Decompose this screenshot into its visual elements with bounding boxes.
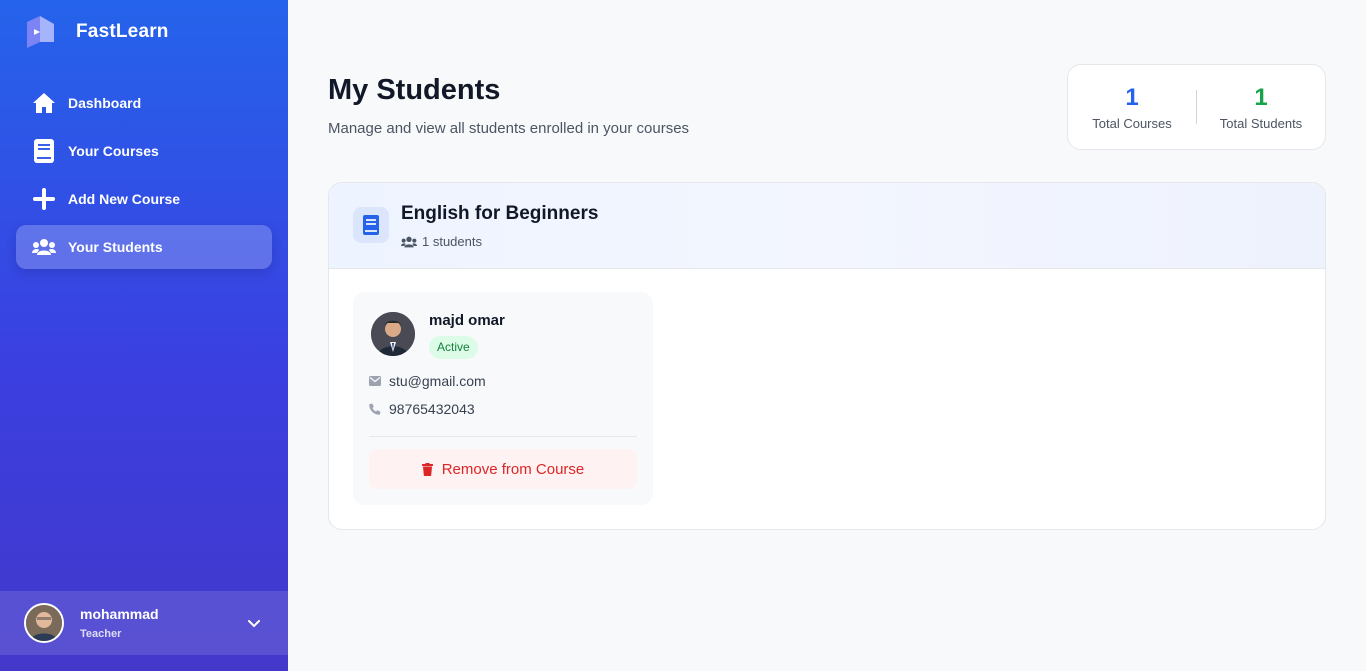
users-icon (32, 235, 56, 259)
course-count-label: 1 students (422, 234, 482, 249)
fastlearn-logo-icon (27, 16, 54, 48)
stat-value: 1 (1254, 83, 1268, 111)
course-card: English for Beginners 1 students majd om… (328, 182, 1326, 530)
card-divider (369, 436, 637, 437)
book-icon (353, 207, 389, 243)
stats-panel: 1 Total Courses 1 Total Students (1067, 64, 1326, 150)
stat-label: Total Courses (1092, 115, 1172, 131)
student-phone-row: 98765432043 (369, 401, 475, 417)
phone-icon (369, 403, 381, 415)
users-icon (401, 236, 417, 247)
remove-from-course-button[interactable]: Remove from Course (369, 449, 637, 489)
user-name: mohammad (80, 606, 159, 622)
remove-button-label: Remove from Course (441, 460, 585, 478)
page-title: My Students (328, 74, 501, 106)
brand-name: FastLearn (76, 21, 169, 42)
avatar (24, 603, 64, 643)
user-menu[interactable]: mohammad Teacher (0, 591, 288, 655)
chevron-down-icon[interactable] (248, 615, 260, 633)
sidebar-item-add-course[interactable]: Add New Course (16, 177, 272, 221)
sidebar-item-label: Your Students (68, 239, 163, 255)
sidebar-item-dashboard[interactable]: Dashboard (16, 81, 272, 125)
sidebar: FastLearn Dashboard Your Courses Add New… (0, 0, 288, 671)
stat-label: Total Students (1219, 115, 1303, 131)
sidebar-item-label: Dashboard (68, 95, 142, 111)
envelope-icon (369, 376, 381, 386)
course-title: English for Beginners (401, 203, 599, 224)
sidebar-item-courses[interactable]: Your Courses (16, 129, 272, 173)
user-role: Teacher (80, 628, 122, 640)
stat-total-students: 1 Total Students (1197, 84, 1325, 131)
student-phone: 98765432043 (389, 401, 475, 417)
student-email-row: stu@gmail.com (369, 373, 486, 389)
brand[interactable]: FastLearn (24, 16, 169, 48)
book-icon (32, 139, 56, 163)
sidebar-item-students[interactable]: Your Students (16, 225, 272, 269)
trash-icon (421, 462, 433, 476)
plus-icon (32, 187, 56, 211)
course-student-count: 1 students (401, 234, 482, 249)
student-avatar (371, 312, 415, 356)
home-icon (32, 91, 56, 115)
student-card: majd omar Active stu@gmail.com 987654320… (353, 292, 653, 505)
student-email: stu@gmail.com (389, 373, 486, 389)
page-subtitle: Manage and view all students enrolled in… (328, 120, 690, 137)
sidebar-item-label: Your Courses (68, 143, 159, 159)
stat-total-courses: 1 Total Courses (1068, 84, 1196, 131)
sidebar-item-label: Add New Course (68, 191, 181, 207)
status-badge: Active (429, 336, 478, 359)
course-header: English for Beginners 1 students (329, 183, 1325, 269)
stat-value: 1 (1125, 83, 1139, 111)
student-name: majd omar (429, 312, 505, 329)
sidebar-nav: Dashboard Your Courses Add New Course Yo… (16, 81, 272, 273)
